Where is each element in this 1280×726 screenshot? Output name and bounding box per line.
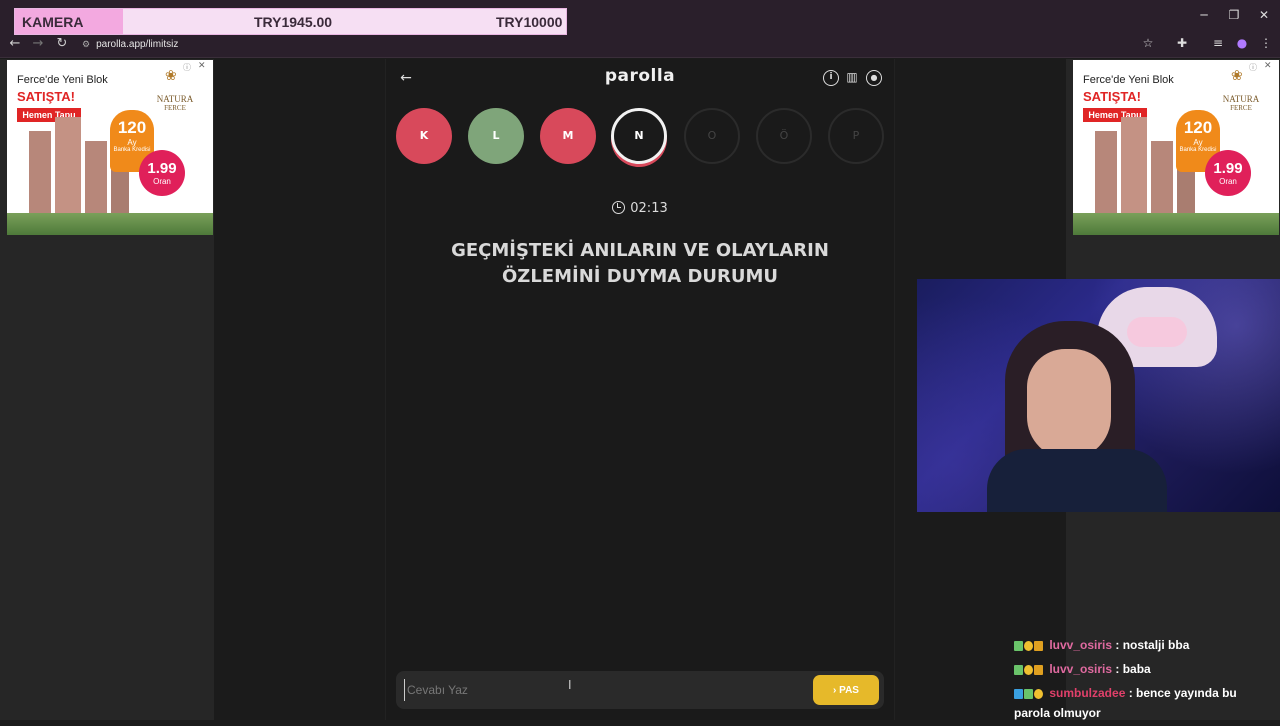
ad-banner-right[interactable]: Ferce'de Yeni Blok SATIŞTA! Hemen Tapu ❀… [1073,60,1279,235]
ad-line1: Ferce'de Yeni Blok [1083,74,1174,86]
months-unit: Ay [127,138,137,147]
brand-leaf-icon: ❀ [165,68,177,84]
chat-message: sumbulzadee : bence yayında bu parola ol… [1014,684,1276,722]
chat-message: luvv_osiris : baba [1014,660,1276,680]
back-arrow-icon[interactable]: ← [7,36,23,51]
rate-badge: 1.99 Oran [1205,150,1251,196]
clock-icon [612,201,626,214]
building-image [1121,117,1147,217]
ad-banner-left[interactable]: Ferce'de Yeni Blok SATIŞTA! Hemen Tapu ❀… [7,60,213,235]
profile-icon[interactable]: ● [866,70,882,86]
chat-username[interactable]: luvv_osiris [1049,662,1112,676]
chat-text: : nostalji bba [1115,638,1190,652]
banner-goal: TRY10000 [496,14,563,30]
months-value: 120 [117,118,147,137]
ad-close-icon[interactable]: ✕ [1264,61,1272,71]
browser-toolbar [0,32,1280,58]
rate-unit: Oran [1219,177,1237,186]
ad-info-icon[interactable]: ⓘ [1249,62,1257,73]
text-cursor-icon: I [568,678,572,692]
chat-username[interactable]: luvv_osiris [1049,638,1112,652]
chat-username[interactable]: sumbulzadee [1049,686,1125,700]
letter-circle-p: P [828,108,884,164]
rate-value: 1.99 [1213,160,1243,177]
info-icon[interactable]: i [823,70,839,86]
minimize-icon[interactable]: ─ [1194,8,1214,22]
media-icon[interactable]: ≡ [1210,36,1226,50]
ad-close-icon[interactable]: ✕ [198,61,206,71]
app-logo[interactable]: parolla [540,66,740,86]
back-arrow-icon[interactable]: ← [398,70,414,86]
ad-line2: SATIŞTA! [17,89,76,104]
chat-badges [1014,638,1044,656]
reload-icon[interactable]: ↻ [54,36,70,51]
building-image [1151,141,1173,217]
ad-brand-sub: FERCE [1230,104,1252,112]
months-sub: Banka Kredisi [1179,147,1217,153]
pass-button-label: PAS [839,684,859,696]
building-image [55,117,81,217]
profile-icon[interactable]: ● [1234,36,1250,50]
ad-line2: SATIŞTA! [1083,89,1142,104]
building-image [85,141,107,217]
extensions-icon[interactable]: ✚ [1174,36,1190,50]
chevron-right-icon: › [833,684,837,696]
ad-ground [1073,213,1279,235]
stream-chat: luvv_osiris : nostalji bba luvv_osiris :… [1014,636,1276,726]
ad-brand: NATURA [1222,94,1260,104]
menu-dots-icon[interactable]: ⋮ [1258,36,1274,50]
letter-circle-k: K [396,108,452,164]
pass-button[interactable]: › PAS [813,675,879,705]
bookmark-star-icon[interactable]: ☆ [1140,36,1156,50]
timer: 02:13 [600,200,680,218]
months-value: 120 [1183,118,1213,137]
building-image [29,131,51,217]
rate-badge: 1.99 Oran [139,150,185,196]
ad-brand: NATURA [156,94,194,104]
letter-circle-m: M [540,108,596,164]
address-bar[interactable]: ⚙ parolla.app/limitsiz [82,35,178,53]
forward-arrow-icon[interactable]: → [30,36,46,51]
chat-text: : bence yayında bu parola olmuyor [1014,686,1237,720]
ad-info-icon[interactable]: ⓘ [183,62,191,73]
chat-text: : baba [1115,662,1151,676]
letter-circle-o-umlaut: Ö [756,108,812,164]
letter-circle-n: N [611,108,667,164]
chat-badges [1014,662,1044,680]
letter-circle-o: O [684,108,740,164]
ad-ground [7,213,213,235]
months-unit: Ay [1193,138,1203,147]
answer-bar: › PAS [396,671,884,709]
timer-value: 02:13 [630,201,668,216]
stats-chart-icon[interactable]: ▥ [844,70,860,86]
chat-badges [1014,686,1044,704]
close-window-icon[interactable]: ✕ [1254,8,1274,22]
question-text: GEÇMİŞTEKİ ANILARIN VE OLAYLARIN ÖZLEMİN… [451,240,829,287]
donation-goal-banner: KAMERA TRY1945.00 TRY10000 [14,8,567,35]
brand-leaf-icon: ❀ [1231,68,1243,84]
letter-circle-l: L [468,108,524,164]
ad-line1: Ferce'de Yeni Blok [17,74,108,86]
webcam-streamer-face [1027,349,1111,459]
site-info-icon[interactable]: ⚙ [82,39,90,49]
chat-message: luvv_osiris : nostalji bba [1014,636,1276,656]
webcam-streamer-shirt [987,449,1167,512]
banner-current: TRY1945.00 [254,14,333,30]
restore-icon[interactable]: ❐ [1224,8,1244,22]
url-text: parolla.app/limitsiz [96,39,179,50]
answer-input[interactable] [404,679,804,701]
webcam-overlay [917,279,1280,512]
ad-brand-sub: FERCE [164,104,186,112]
building-image [1095,131,1117,217]
rate-unit: Oran [153,177,171,186]
banner-label: KAMERA [22,14,84,30]
rate-value: 1.99 [147,160,177,177]
months-sub: Banka Kredisi [113,147,151,153]
